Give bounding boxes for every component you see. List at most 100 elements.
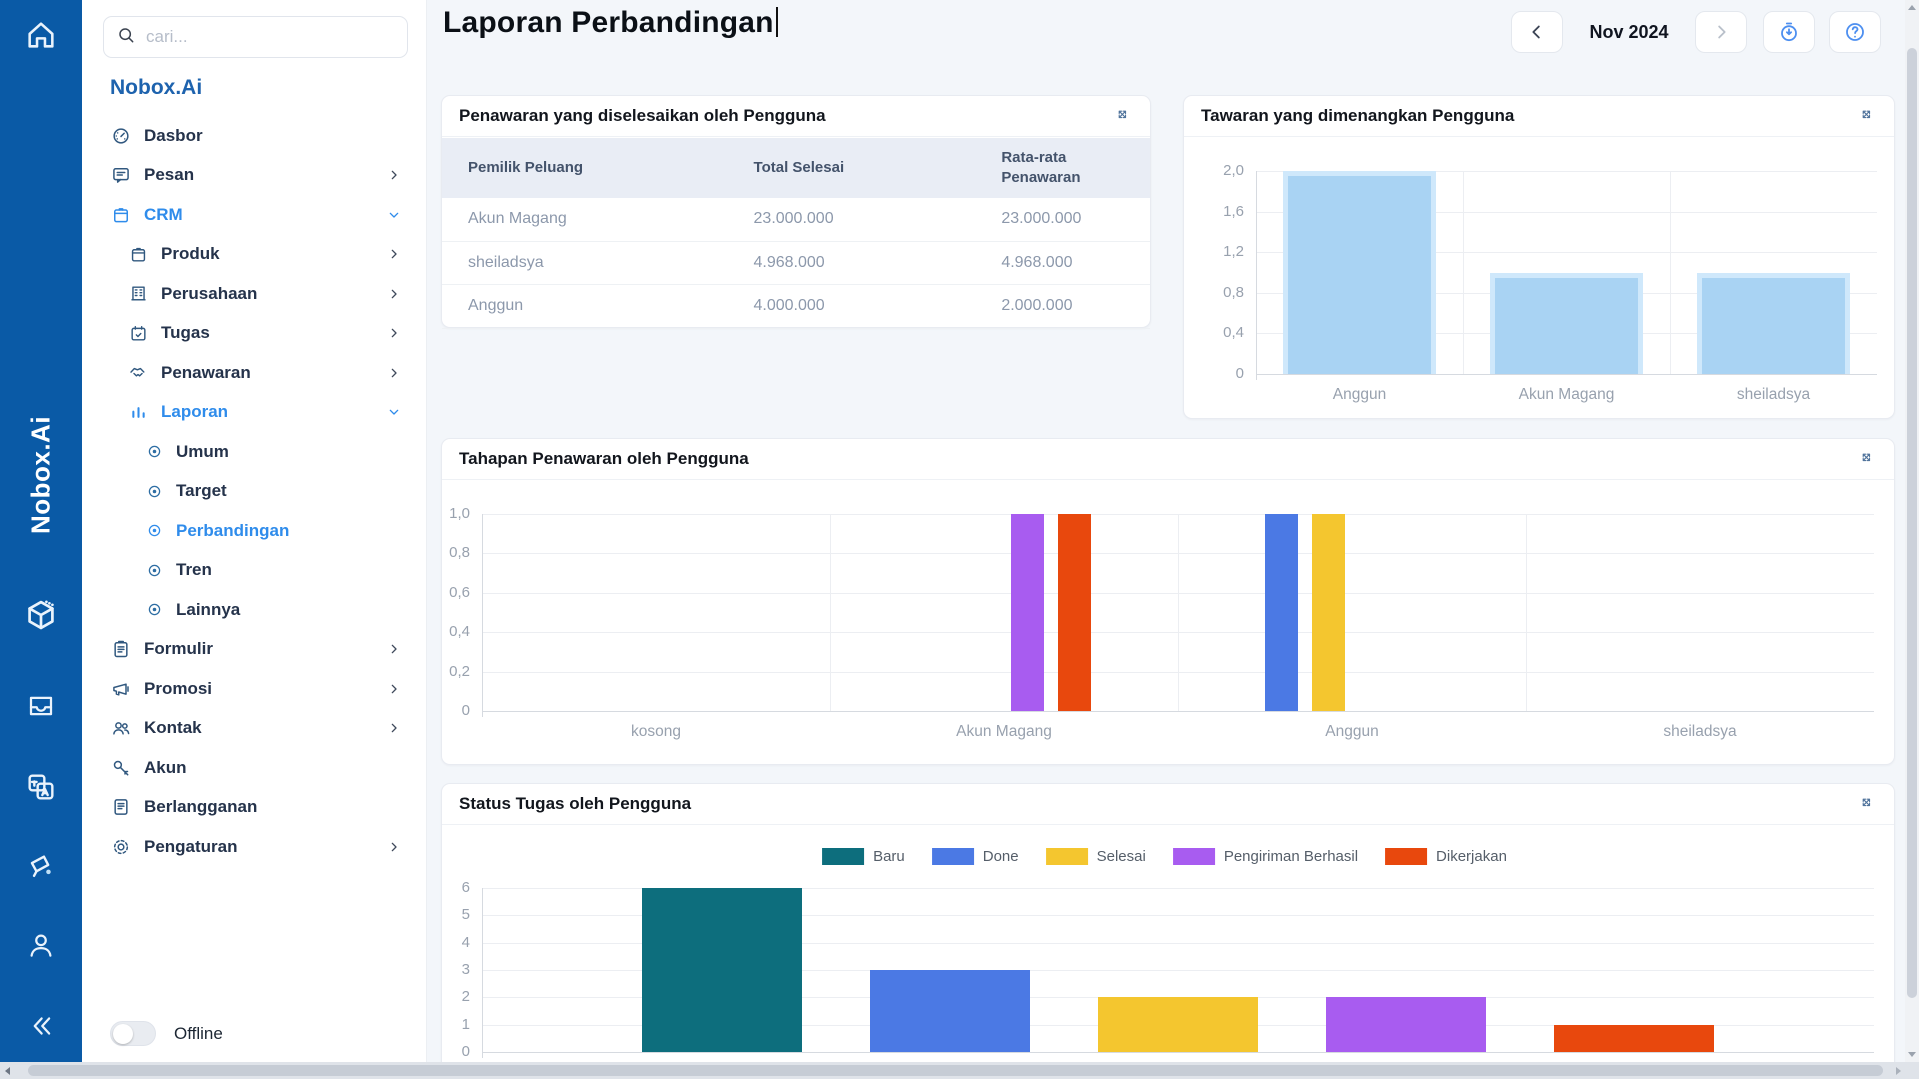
bar[interactable] bbox=[642, 888, 802, 1052]
legend-label: Baru bbox=[873, 848, 905, 865]
chevron-right-icon bbox=[386, 641, 402, 657]
sidebar-item-umum[interactable]: Umum bbox=[82, 432, 426, 472]
sidebar-item-berlangganan[interactable]: Berlangganan bbox=[82, 788, 426, 828]
chevron-down-icon bbox=[386, 207, 402, 223]
scroll-right-arrow[interactable] bbox=[1896, 1067, 1901, 1075]
sidebar-item-akun[interactable]: Akun bbox=[82, 748, 426, 788]
table-row[interactable]: Anggun4.000.0002.000.000 bbox=[442, 285, 1150, 329]
sidebar-item-label: Akun bbox=[144, 758, 187, 778]
calendar-icon bbox=[129, 324, 148, 343]
offline-row: Offline bbox=[110, 1021, 223, 1046]
sidebar-item-lainnya[interactable]: Lainnya bbox=[82, 590, 426, 630]
bar[interactable] bbox=[1554, 1025, 1714, 1052]
sidebar-item-pengaturan[interactable]: Pengaturan bbox=[82, 827, 426, 867]
sidebar: Nobox.Ai Dasbor Pesan CRM Produk Perusah… bbox=[82, 0, 427, 1062]
ink-icon[interactable] bbox=[25, 850, 57, 882]
task-status-chart: 6543210 Baru Done Selesai Pengiriman Ber… bbox=[442, 826, 1894, 1062]
cube-icon[interactable] bbox=[23, 597, 59, 633]
y-tick-label: 5 bbox=[442, 906, 470, 923]
sidebar-item-perusahaan[interactable]: Perusahaan bbox=[82, 274, 426, 314]
collapse-sidebar-icon[interactable] bbox=[26, 1011, 56, 1041]
bar[interactable] bbox=[1098, 997, 1258, 1052]
app-rail: Nobox.Ai bbox=[0, 0, 82, 1079]
bar[interactable] bbox=[1490, 273, 1643, 375]
y-tick-label: 0,8 bbox=[1184, 284, 1244, 301]
legend-label: Selesai bbox=[1097, 848, 1146, 865]
column-header: Pemilik Peluang bbox=[442, 158, 754, 178]
table-row[interactable]: sheiladsya4.968.0004.968.000 bbox=[442, 242, 1150, 286]
bar[interactable] bbox=[1283, 171, 1436, 374]
translate-icon[interactable] bbox=[25, 771, 57, 803]
sidebar-item-label: Umum bbox=[176, 442, 229, 462]
bar[interactable] bbox=[1011, 514, 1044, 711]
sidebar-item-crm[interactable]: CRM bbox=[82, 195, 426, 235]
legend-swatch bbox=[1046, 848, 1088, 865]
sidebar-item-label: Lainnya bbox=[176, 600, 240, 620]
table-row[interactable]: Akun Magang23.000.00023.000.000 bbox=[442, 198, 1150, 242]
main-content: Laporan Perbandingan Nov 2024 Penawaran … bbox=[427, 0, 1905, 1062]
search-input[interactable] bbox=[146, 27, 395, 47]
legend-item[interactable]: Baru bbox=[822, 848, 905, 865]
next-month-button[interactable] bbox=[1695, 11, 1747, 53]
sidebar-item-kontak[interactable]: Kontak bbox=[82, 709, 426, 749]
legend-item[interactable]: Pengiriman Berhasil bbox=[1173, 848, 1358, 865]
sidebar-item-target[interactable]: Target bbox=[82, 472, 426, 512]
sidebar-item-label: Produk bbox=[161, 244, 220, 264]
sidebar-item-formulir[interactable]: Formulir bbox=[82, 630, 426, 670]
sidebar-item-perbandingan[interactable]: Perbandingan bbox=[82, 511, 426, 551]
sidebar-item-label: Formulir bbox=[144, 639, 213, 659]
y-tick-label: 0,6 bbox=[442, 584, 470, 601]
legend-item[interactable]: Dikerjakan bbox=[1385, 848, 1507, 865]
sidebar-item-tugas[interactable]: Tugas bbox=[82, 314, 426, 354]
card-title: Tawaran yang dimenangkan Pengguna bbox=[1201, 106, 1514, 126]
sidebar-item-dasbor[interactable]: Dasbor bbox=[82, 116, 426, 156]
sidebar-item-label: Perusahaan bbox=[161, 284, 257, 304]
y-tick-label: 0,4 bbox=[1184, 324, 1244, 341]
sidebar-item-promosi[interactable]: Promosi bbox=[82, 669, 426, 709]
expand-icon[interactable] bbox=[1860, 108, 1877, 125]
expand-icon[interactable] bbox=[1860, 796, 1877, 813]
chevron-right-icon bbox=[386, 681, 402, 697]
x-axis-label: sheiladsya bbox=[1526, 723, 1874, 741]
legend-label: Dikerjakan bbox=[1436, 848, 1507, 865]
vertical-scrollbar[interactable] bbox=[1905, 0, 1919, 1062]
timer-button[interactable] bbox=[1763, 11, 1815, 53]
bar[interactable] bbox=[1265, 514, 1298, 711]
owner-cell: sheiladsya bbox=[442, 254, 754, 272]
sidebar-item-produk[interactable]: Produk bbox=[82, 235, 426, 275]
sidebar-item-label: Berlangganan bbox=[144, 797, 257, 817]
bar[interactable] bbox=[1326, 997, 1486, 1052]
scroll-down-arrow[interactable] bbox=[1908, 1052, 1916, 1057]
owner-cell: Akun Magang bbox=[442, 210, 754, 228]
sidebar-item-label: Pengaturan bbox=[144, 837, 238, 857]
home-icon[interactable] bbox=[24, 18, 58, 52]
inbox-icon[interactable] bbox=[26, 691, 56, 721]
radio-icon bbox=[146, 562, 163, 579]
help-button[interactable] bbox=[1829, 11, 1881, 53]
owner-cell: Anggun bbox=[442, 297, 754, 315]
offline-toggle[interactable] bbox=[110, 1021, 156, 1046]
sidebar-item-penawaran[interactable]: Penawaran bbox=[82, 353, 426, 393]
prev-month-button[interactable] bbox=[1511, 11, 1563, 53]
legend-swatch bbox=[1173, 848, 1215, 865]
user-icon[interactable] bbox=[26, 930, 56, 960]
legend-item[interactable]: Done bbox=[932, 848, 1019, 865]
legend-item[interactable]: Selesai bbox=[1046, 848, 1146, 865]
scroll-up-arrow[interactable] bbox=[1908, 5, 1916, 10]
sidebar-item-tren[interactable]: Tren bbox=[82, 551, 426, 591]
bar[interactable] bbox=[1058, 514, 1091, 711]
megaphone-icon bbox=[111, 679, 131, 699]
bar[interactable] bbox=[870, 970, 1030, 1052]
vertical-scroll-thumb[interactable] bbox=[1907, 48, 1917, 998]
bar[interactable] bbox=[1697, 273, 1850, 375]
horizontal-scrollbar[interactable] bbox=[0, 1062, 1919, 1079]
expand-icon[interactable] bbox=[1860, 451, 1877, 468]
message-icon bbox=[111, 165, 131, 185]
sidebar-item-laporan[interactable]: Laporan bbox=[82, 393, 426, 433]
horizontal-scroll-thumb[interactable] bbox=[28, 1065, 1883, 1076]
sidebar-item-pesan[interactable]: Pesan bbox=[82, 156, 426, 196]
expand-icon[interactable] bbox=[1116, 108, 1133, 125]
bar[interactable] bbox=[1312, 514, 1345, 711]
scroll-left-arrow[interactable] bbox=[5, 1067, 10, 1075]
y-tick-label: 6 bbox=[442, 879, 470, 896]
